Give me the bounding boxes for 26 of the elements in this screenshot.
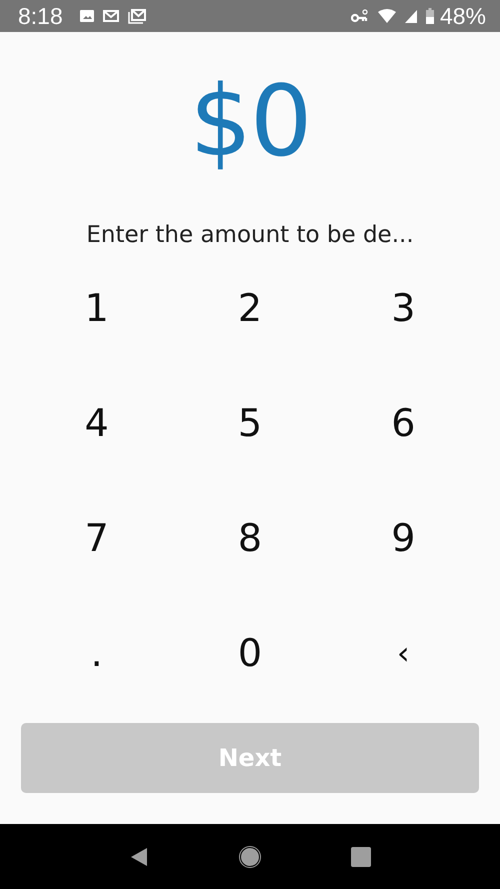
status-time: 8:18 xyxy=(18,2,63,30)
amount-display: $0 xyxy=(190,72,310,172)
vpn-key-icon xyxy=(350,8,369,24)
amount-prompt: Enter the amount to be de... xyxy=(86,221,414,250)
mail-stack-icon xyxy=(128,8,146,24)
digit-key[interactable]: 2 xyxy=(228,282,272,332)
recents-icon[interactable] xyxy=(350,846,371,866)
home-icon[interactable] xyxy=(238,844,262,868)
digit-key[interactable]: 3 xyxy=(381,282,426,332)
digit-key[interactable]: 6 xyxy=(381,398,426,448)
mail-icon xyxy=(102,10,119,22)
battery-percent: 48% xyxy=(440,2,486,30)
digit-key[interactable]: 5 xyxy=(228,398,272,448)
image-icon xyxy=(80,10,94,22)
digit-key[interactable]: 1 xyxy=(74,282,119,332)
digit-key[interactable]: 4 xyxy=(74,398,119,448)
digit-key[interactable]: 0 xyxy=(228,628,272,678)
decimal-key[interactable]: . xyxy=(80,628,113,678)
wifi-icon xyxy=(378,9,396,23)
signal-icon xyxy=(404,10,417,22)
digit-key[interactable]: 9 xyxy=(381,512,426,562)
digit-key[interactable]: 8 xyxy=(228,512,272,562)
backspace-key[interactable]: ‹ xyxy=(386,628,420,678)
digit-key[interactable]: 7 xyxy=(74,512,119,562)
battery-icon xyxy=(426,8,434,24)
back-icon[interactable] xyxy=(129,846,150,866)
